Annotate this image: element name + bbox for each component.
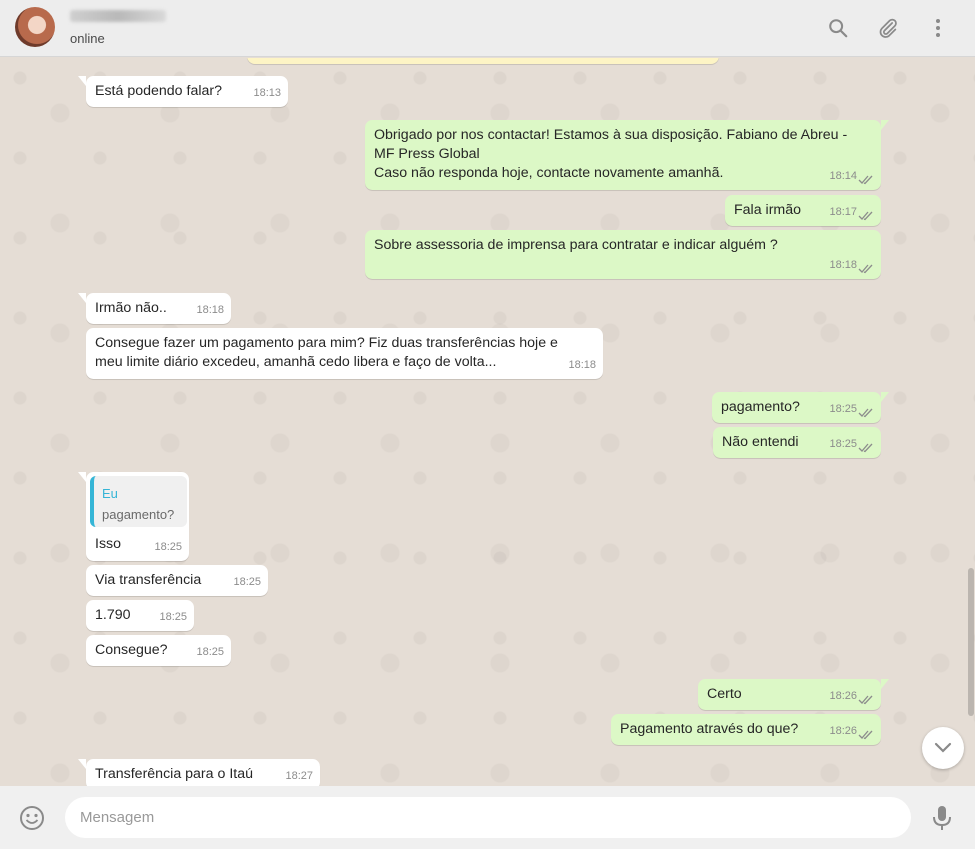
message-time: 18:14: [829, 170, 857, 182]
message-time: 18:18: [196, 304, 224, 316]
message-incoming[interactable]: 1.790 18:25: [86, 600, 194, 631]
message-text: Consegue?: [95, 642, 168, 658]
message-time: 18:25: [196, 646, 224, 658]
message-outgoing[interactable]: Obrigado por nos contactar! Estamos à su…: [365, 120, 889, 190]
message-text: Não entendi: [722, 434, 799, 450]
contact-status: online: [70, 31, 105, 46]
chevron-down-icon: [934, 742, 952, 753]
message-time: 18:25: [154, 541, 182, 553]
message-time: 18:25: [829, 403, 857, 415]
double-check-icon: [858, 695, 873, 705]
message-text: Obrigado por nos contactar! Estamos à su…: [374, 126, 847, 183]
message-line: Consegue fazer um pagamento para mim? Fi…: [95, 335, 558, 351]
message-line: meu limite diário excedeu, amanhã cedo l…: [95, 354, 497, 370]
menu-button[interactable]: [924, 14, 952, 42]
message-incoming-reply[interactable]: Eu pagamento? Isso 18:25: [78, 472, 189, 561]
message-time: 18:25: [159, 611, 187, 623]
previous-message-fragment: [247, 58, 719, 64]
message-input[interactable]: [65, 797, 911, 838]
message-text: Fala irmão: [734, 202, 802, 218]
chat-header: online: [0, 0, 975, 57]
quoted-text: pagamento?: [102, 507, 175, 522]
message-incoming[interactable]: Está podendo falar? 18:13: [78, 76, 288, 107]
attach-button[interactable]: [874, 14, 902, 42]
message-text: Irmão não..: [95, 300, 167, 316]
message-time: 18:27: [285, 770, 313, 782]
kebab-menu-icon: [936, 19, 940, 37]
message-time: 18:18: [568, 359, 596, 371]
double-check-icon: [858, 264, 873, 274]
double-check-icon: [858, 730, 873, 740]
message-outgoing[interactable]: Sobre assessoria de imprensa para contra…: [365, 230, 881, 279]
quoted-message[interactable]: Eu pagamento?: [90, 476, 187, 527]
message-time: 18:17: [829, 206, 857, 218]
message-text: Certo: [707, 686, 742, 702]
message-time: 18:25: [233, 576, 261, 588]
message-time: 18:26: [829, 725, 857, 737]
message-time: 18:26: [829, 690, 857, 702]
message-text: Transferência para o Itaú: [95, 766, 253, 782]
message-text: Consegue fazer um pagamento para mim? Fi…: [95, 334, 558, 372]
double-check-icon: [858, 175, 873, 185]
message-outgoing[interactable]: Pagamento através do que? 18:26: [611, 714, 881, 745]
double-check-icon: [858, 443, 873, 453]
message-outgoing[interactable]: Certo 18:26: [698, 679, 889, 710]
emoji-icon[interactable]: [19, 805, 45, 831]
message-text: 1.790: [95, 607, 131, 623]
message-time: 18:13: [253, 87, 281, 99]
search-button[interactable]: [824, 14, 852, 42]
composer-bar: [0, 786, 975, 849]
message-time: 18:18: [829, 259, 857, 271]
message-line: Caso não responda hoje, contacte novamen…: [374, 165, 724, 181]
double-check-icon: [858, 408, 873, 418]
message-list[interactable]: Está podendo falar? 18:13 Obrigado por n…: [0, 58, 975, 786]
message-incoming[interactable]: Via transferência 18:25: [86, 565, 268, 596]
message-time: 18:25: [829, 438, 857, 450]
quoted-author: Eu: [102, 486, 118, 501]
chat-scrollbar[interactable]: [968, 568, 974, 716]
message-line: Obrigado por nos contactar! Estamos à su…: [374, 127, 848, 143]
message-text: Via transferência: [95, 572, 202, 588]
contact-avatar[interactable]: [15, 7, 55, 47]
scroll-to-bottom-button[interactable]: [922, 727, 964, 769]
message-text: Está podendo falar?: [95, 83, 222, 99]
message-text: Pagamento através do que?: [620, 721, 799, 737]
contact-name-blurred[interactable]: [70, 10, 166, 22]
message-line: MF Press Global: [374, 146, 480, 162]
message-incoming[interactable]: Consegue fazer um pagamento para mim? Fi…: [86, 328, 603, 379]
message-text: Sobre assessoria de imprensa para contra…: [374, 237, 778, 253]
message-outgoing[interactable]: Não entendi 18:25: [713, 427, 881, 458]
message-incoming[interactable]: Transferência para o Itaú 18:27: [78, 759, 320, 786]
message-incoming[interactable]: Irmão não.. 18:18: [78, 293, 231, 324]
search-icon: [829, 19, 848, 38]
message-outgoing[interactable]: Fala irmão 18:17: [725, 195, 881, 226]
message-incoming[interactable]: Consegue? 18:25: [86, 635, 231, 666]
paperclip-icon: [879, 18, 897, 38]
microphone-icon[interactable]: [930, 804, 954, 832]
double-check-icon: [858, 211, 873, 221]
message-text: pagamento?: [721, 399, 800, 415]
message-text: Isso: [95, 536, 122, 552]
message-outgoing[interactable]: pagamento? 18:25: [712, 392, 889, 423]
